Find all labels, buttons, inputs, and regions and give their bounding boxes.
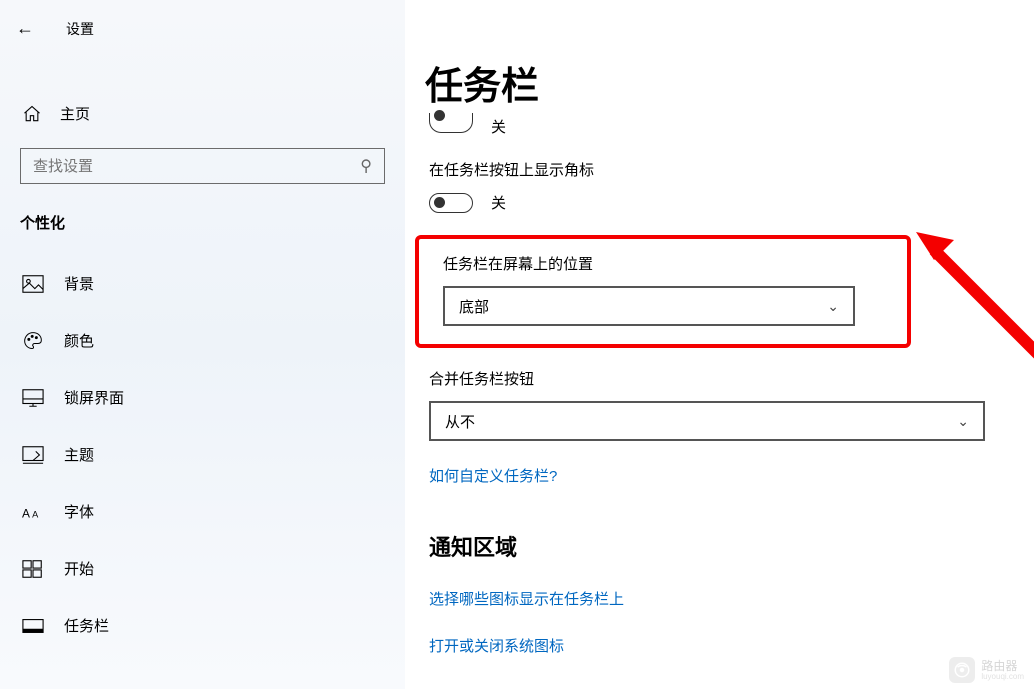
nav-item-font[interactable]: AA 字体 bbox=[0, 483, 405, 540]
svg-text:A: A bbox=[32, 509, 39, 519]
nav-list: 背景 颜色 锁屏界面 主题 AA 字体 开始 任务栏 bbox=[0, 255, 405, 654]
nav-label: 颜色 bbox=[64, 330, 94, 351]
toggle-switch-badge[interactable] bbox=[429, 193, 473, 213]
customize-link[interactable]: 如何自定义任务栏? bbox=[429, 465, 557, 486]
link-system-icons[interactable]: 打开或关闭系统图标 bbox=[429, 635, 994, 656]
header: ← 设置 bbox=[0, 0, 405, 57]
nav-label: 主题 bbox=[64, 444, 94, 465]
combine-value: 从不 bbox=[445, 411, 475, 432]
nav-label: 字体 bbox=[64, 501, 94, 522]
nav-item-lockscreen[interactable]: 锁屏界面 bbox=[0, 369, 405, 426]
nav-label: 开始 bbox=[64, 558, 94, 579]
position-label: 任务栏在屏幕上的位置 bbox=[443, 253, 893, 274]
category-title: 个性化 bbox=[0, 184, 405, 243]
link-select-icons[interactable]: 选择哪些图标显示在任务栏上 bbox=[429, 588, 994, 609]
notify-title: 通知区域 bbox=[429, 530, 994, 562]
nav-label: 锁屏界面 bbox=[64, 387, 124, 408]
watermark-sub: luyouqi.com bbox=[981, 672, 1024, 681]
search-box[interactable]: ⚲ bbox=[20, 148, 385, 184]
position-value: 底部 bbox=[459, 296, 489, 317]
home-label: 主页 bbox=[60, 103, 90, 124]
home-icon bbox=[22, 104, 42, 124]
toggle-label-badge: 关 bbox=[491, 192, 506, 213]
badge-label: 在任务栏按钮上显示角标 bbox=[429, 159, 994, 180]
nav-label: 任务栏 bbox=[64, 615, 109, 636]
combine-label: 合并任务栏按钮 bbox=[429, 368, 994, 389]
font-icon: AA bbox=[22, 502, 44, 522]
palette-icon bbox=[22, 331, 44, 351]
sidebar: ← 设置 主页 ⚲ 个性化 背景 颜色 锁屏界面 主题 AA 字体 bbox=[0, 0, 405, 689]
nav-item-color[interactable]: 颜色 bbox=[0, 312, 405, 369]
toggle-row-2: 关 bbox=[429, 192, 994, 213]
toggle-row-1: 关 bbox=[429, 116, 994, 137]
search-icon: ⚲ bbox=[360, 156, 372, 176]
start-icon bbox=[22, 559, 44, 579]
nav-item-start[interactable]: 开始 bbox=[0, 540, 405, 597]
nav-item-taskbar[interactable]: 任务栏 bbox=[0, 597, 405, 654]
chevron-down-icon: ⌄ bbox=[827, 298, 839, 315]
watermark: 路由器 luyouqi.com bbox=[949, 657, 1024, 683]
home-link[interactable]: 主页 bbox=[0, 93, 405, 134]
position-dropdown[interactable]: 底部 ⌄ bbox=[443, 286, 855, 326]
watermark-text: 路由器 bbox=[981, 660, 1024, 672]
main-content: 任务栏 关 在任务栏按钮上显示角标 关 任务栏在屏幕上的位置 底部 ⌄ 合并任务… bbox=[405, 0, 1034, 689]
nav-label: 背景 bbox=[64, 273, 94, 294]
nav-item-background[interactable]: 背景 bbox=[0, 255, 405, 312]
page-title: 任务栏 bbox=[425, 55, 994, 110]
theme-icon bbox=[22, 445, 44, 465]
image-icon bbox=[22, 274, 44, 294]
toggle-switch-1[interactable] bbox=[429, 113, 473, 133]
combine-dropdown[interactable]: 从不 ⌄ bbox=[429, 401, 985, 441]
toggle-label-1: 关 bbox=[491, 116, 506, 137]
nav-item-theme[interactable]: 主题 bbox=[0, 426, 405, 483]
settings-title: 设置 bbox=[66, 19, 94, 39]
lockscreen-icon bbox=[22, 388, 44, 408]
search-input[interactable] bbox=[33, 158, 338, 175]
watermark-icon bbox=[949, 657, 975, 683]
back-arrow-icon[interactable]: ← bbox=[16, 18, 34, 39]
chevron-down-icon: ⌄ bbox=[957, 413, 969, 430]
highlight-annotation: 任务栏在屏幕上的位置 底部 ⌄ bbox=[415, 235, 911, 348]
taskbar-icon bbox=[22, 616, 44, 636]
arrow-annotation-icon bbox=[914, 220, 1034, 370]
svg-text:A: A bbox=[22, 506, 30, 520]
